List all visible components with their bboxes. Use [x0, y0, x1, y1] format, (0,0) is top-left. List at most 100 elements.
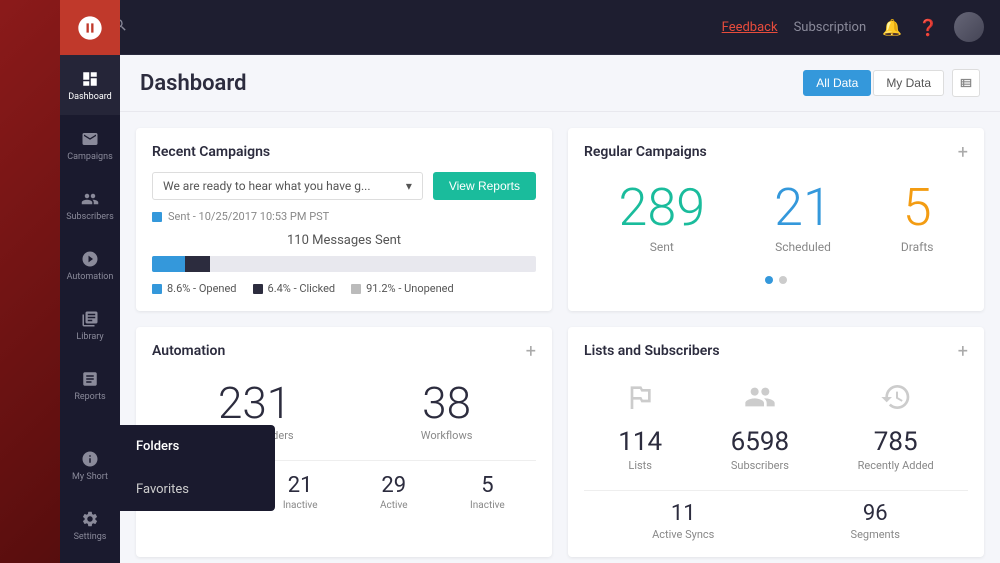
active-label: Active	[380, 500, 408, 511]
lists-sub-stats: 11 Active Syncs 96 Segments	[584, 490, 968, 541]
messages-sent-label: 110 Messages Sent	[152, 233, 536, 248]
main-header: Dashboard All Data My Data	[120, 55, 1000, 112]
settings-icon	[80, 509, 100, 529]
clicked-dot	[253, 284, 263, 294]
dropdown-folders[interactable]: Folders	[120, 425, 275, 468]
lists-count-stat: 114 Lists	[618, 381, 662, 472]
top-navigation: + Feedback Subscription 🔔 ❓	[60, 0, 1000, 55]
subscribers-count: 6598	[731, 427, 789, 457]
lists-count: 114	[618, 427, 662, 457]
inactive-stat: 21 Inactive	[283, 473, 318, 511]
recently-added-label: Recently Added	[858, 459, 934, 472]
workflows-count: 38	[421, 381, 473, 425]
lists-title: Lists and Subscribers	[584, 343, 968, 359]
lists-label: Lists	[628, 459, 652, 472]
tab-all-data[interactable]: All Data	[803, 70, 871, 96]
carousel-dot-1[interactable]	[765, 276, 773, 284]
segments-count: 96	[851, 501, 900, 526]
unopened-stat: 91.2% - Unopened	[351, 282, 454, 295]
chevron-down-icon: ▾	[406, 179, 412, 193]
workflows-label: Workflows	[421, 429, 473, 442]
active-syncs-label: Active Syncs	[652, 528, 714, 541]
inactive-label: Inactive	[283, 500, 318, 511]
recently-added-stat: 785 Recently Added	[858, 381, 934, 472]
dropdown-favorites[interactable]: Favorites	[120, 468, 275, 511]
subscribers-stat: 6598 Subscribers	[731, 381, 789, 472]
sent-dot	[152, 212, 162, 222]
carousel-dot-2[interactable]	[779, 276, 787, 284]
segments-stat: 96 Segments	[851, 501, 900, 541]
header-tabs: All Data My Data	[803, 69, 980, 97]
subscription-link[interactable]: Subscription	[794, 20, 867, 35]
regular-campaigns-add[interactable]: +	[958, 144, 968, 162]
opened-dot	[152, 284, 162, 294]
sent-label: Sent	[619, 240, 706, 254]
subscribers-list-icon	[744, 381, 776, 421]
myshort-icon	[80, 449, 100, 469]
segments-label: Segments	[851, 528, 900, 541]
unopened-dot	[351, 284, 361, 294]
regular-campaigns-card: Regular Campaigns + 289 Sent 21 Schedule…	[568, 128, 984, 311]
recent-campaigns-title: Recent Campaigns	[152, 144, 536, 160]
recently-added-icon	[880, 381, 912, 421]
campaign-progress-bar	[152, 256, 536, 272]
sidebar-item-subscribers[interactable]: Subscribers	[60, 175, 120, 235]
sidebar-item-automation[interactable]: Automation	[60, 235, 120, 295]
subscribers-icon	[80, 189, 100, 209]
carousel-dots	[584, 276, 968, 284]
reg-stat-scheduled: 21 Scheduled	[774, 182, 832, 254]
recently-added-count: 785	[874, 427, 918, 457]
page-title: Dashboard	[140, 71, 803, 96]
lists-add[interactable]: +	[958, 343, 968, 361]
lists-subscribers-card: Lists and Subscribers + 114 Lists 6598 S…	[568, 327, 984, 557]
sidebar-item-campaigns[interactable]: Campaigns	[60, 115, 120, 175]
user-avatar[interactable]	[954, 12, 984, 42]
active-syncs-stat: 11 Active Syncs	[652, 501, 714, 541]
sidebar-item-reports[interactable]: Reports	[60, 355, 120, 415]
sidebar-item-settings[interactable]: Settings	[60, 495, 120, 555]
dropdown-menu: Folders Favorites	[120, 425, 275, 511]
sidebar-logo[interactable]	[60, 0, 120, 55]
scheduled-label: Scheduled	[774, 240, 832, 254]
sidebar-item-myshort[interactable]: My Short	[60, 435, 120, 495]
workflows-stat: 38 Workflows	[421, 381, 473, 442]
tab-my-data[interactable]: My Data	[873, 70, 944, 96]
recent-campaigns-card: Recent Campaigns We are ready to hear wh…	[136, 128, 552, 311]
automation-add[interactable]: +	[526, 343, 536, 361]
reg-stat-drafts: 5 Drafts	[901, 182, 934, 254]
reports-icon	[80, 369, 100, 389]
clicked-stat: 6.4% - Clicked	[253, 282, 336, 295]
active-syncs-count: 11	[652, 501, 714, 526]
dashboard-icon	[80, 69, 100, 89]
campaign-select[interactable]: We are ready to hear what you have g... …	[152, 172, 423, 200]
campaigns-icon	[80, 129, 100, 149]
drafts-label: Drafts	[901, 240, 934, 254]
subscribers-label: Subscribers	[731, 459, 789, 472]
progress-bar-clicked	[185, 256, 210, 272]
notification-icon[interactable]: 🔔	[882, 18, 902, 37]
view-reports-button[interactable]: View Reports	[433, 172, 536, 200]
active-stat: 29 Active	[380, 473, 408, 511]
feedback-link[interactable]: Feedback	[722, 20, 778, 35]
progress-bar-opened	[152, 256, 185, 272]
regular-campaigns-title: Regular Campaigns	[584, 144, 968, 160]
drafts-count: 5	[901, 182, 934, 234]
sidebar-item-library[interactable]: Library	[60, 295, 120, 355]
active-count: 29	[380, 473, 408, 498]
sent-count: 289	[619, 182, 706, 234]
campaign-sent-info: Sent - 10/25/2017 10:53 PM PST	[152, 210, 536, 223]
help-icon[interactable]: ❓	[918, 18, 938, 37]
regular-campaigns-stats: 289 Sent 21 Scheduled 5 Drafts	[584, 172, 968, 264]
columns-icon[interactable]	[952, 69, 980, 97]
inactive2-count: 5	[470, 473, 505, 498]
library-icon	[80, 309, 100, 329]
opened-stat: 8.6% - Opened	[152, 282, 237, 295]
lists-stats: 114 Lists 6598 Subscribers 785 Recently …	[584, 371, 968, 482]
campaign-stats-row: 8.6% - Opened 6.4% - Clicked 91.2% - Uno…	[152, 282, 536, 295]
automation-title: Automation	[152, 343, 536, 359]
logo-icon	[76, 14, 104, 42]
sidebar: Dashboard Campaigns Subscribers Automati…	[60, 0, 120, 563]
lists-icon	[624, 381, 656, 421]
inactive-count: 21	[283, 473, 318, 498]
sidebar-item-dashboard[interactable]: Dashboard	[60, 55, 120, 115]
